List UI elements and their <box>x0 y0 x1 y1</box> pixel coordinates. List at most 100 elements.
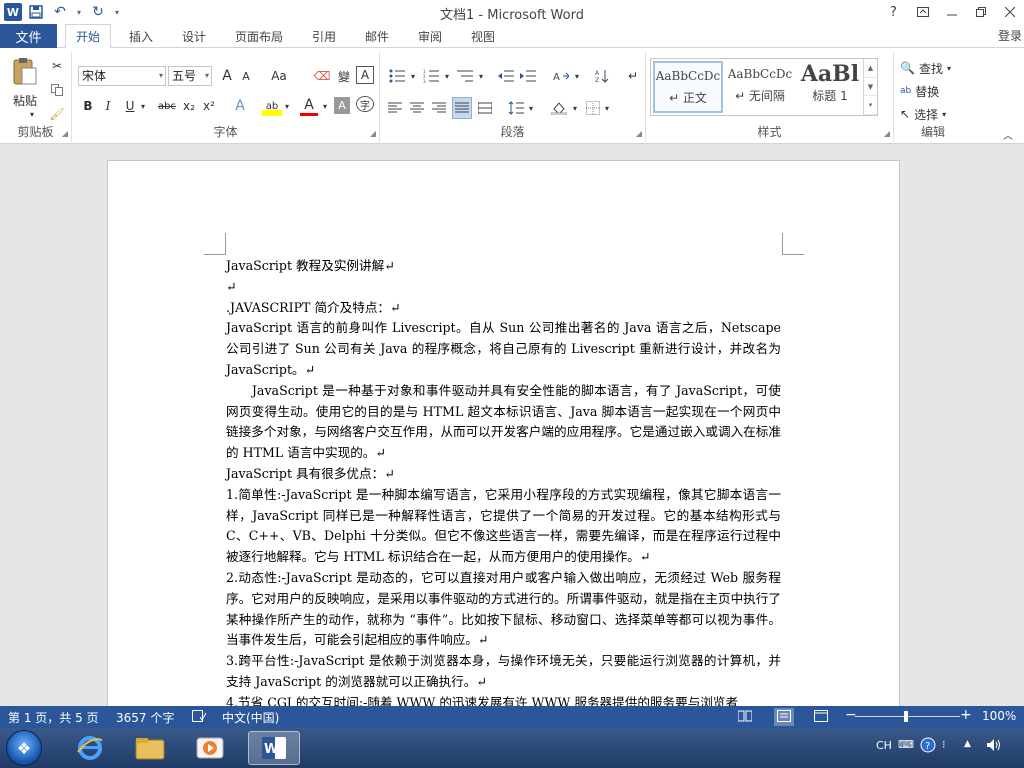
print-layout-icon[interactable] <box>774 708 794 726</box>
font-color-dropdown-icon[interactable]: ▾ <box>320 96 330 116</box>
grow-font-button[interactable]: A <box>218 66 236 86</box>
undo-dropdown-icon[interactable]: ▾ <box>74 2 84 22</box>
show-hide-marks-icon[interactable]: ↵ <box>624 66 642 86</box>
clear-format-icon[interactable]: ⌫ <box>312 66 332 86</box>
style-heading-1[interactable]: AaBl 标题 1 <box>797 61 863 113</box>
word-logo-icon[interactable]: W <box>4 3 22 21</box>
increase-indent-icon[interactable] <box>518 66 538 86</box>
phonetic-guide-button[interactable]: 變 <box>334 66 354 86</box>
paste-clipboard-icon[interactable] <box>8 56 42 86</box>
redo-icon[interactable]: ↻ <box>88 2 108 22</box>
font-size-dropdown[interactable]: 五号 ▾ <box>168 66 212 86</box>
subscript-button[interactable]: x₂ <box>180 96 198 116</box>
minimize-icon[interactable] <box>937 0 966 24</box>
save-icon[interactable] <box>26 2 46 22</box>
web-layout-icon[interactable] <box>814 710 828 725</box>
tab-design[interactable]: 设计 <box>172 24 216 49</box>
undo-icon[interactable]: ↶ <box>50 2 70 22</box>
tab-view[interactable]: 视图 <box>461 24 505 49</box>
highlight-button[interactable]: ab <box>262 96 282 116</box>
clipboard-launcher-icon[interactable]: ◢ <box>62 129 68 138</box>
sign-in-link[interactable]: 登录 <box>998 27 1022 44</box>
align-center-icon[interactable] <box>408 98 426 118</box>
collapse-ribbon-icon[interactable]: ︿ <box>1000 124 1016 144</box>
character-border-button[interactable]: A <box>356 66 374 84</box>
read-mode-icon[interactable] <box>737 710 753 725</box>
word-taskbar-icon[interactable]: W <box>248 731 300 765</box>
tab-mailings[interactable]: 邮件 <box>355 24 399 49</box>
settings-icon[interactable]: ⁝ <box>942 738 946 751</box>
style-no-spacing[interactable]: AaBbCcDc ↵ 无间隔 <box>725 61 795 113</box>
sort-icon[interactable]: AZ <box>592 66 612 86</box>
zoom-level[interactable]: 100% <box>982 709 1016 723</box>
tab-page-layout[interactable]: 页面布局 <box>227 24 291 49</box>
format-painter-icon[interactable]: 🖌 <box>48 104 66 124</box>
enclose-characters-button[interactable]: 字 <box>356 96 374 112</box>
font-color-button[interactable]: A <box>300 96 318 116</box>
borders-dropdown-icon[interactable]: ▾ <box>602 98 612 118</box>
help-icon[interactable]: ? <box>879 0 908 24</box>
internet-explorer-icon[interactable] <box>64 731 116 765</box>
distributed-icon[interactable] <box>476 98 494 118</box>
font-launcher-icon[interactable]: ◢ <box>370 129 376 138</box>
zoom-slider-thumb[interactable] <box>904 711 908 722</box>
chinese-layout-dropdown-icon[interactable]: ▾ <box>572 66 582 86</box>
show-hidden-icons-icon[interactable]: ▲ <box>964 739 971 749</box>
find-button[interactable]: 🔍 查找 ▾ <box>900 58 951 78</box>
font-name-dropdown[interactable]: 宋体 ▾ <box>78 66 166 86</box>
restore-icon[interactable] <box>966 0 995 24</box>
multilevel-dropdown-icon[interactable]: ▾ <box>476 66 486 86</box>
select-button[interactable]: ↖ 选择 ▾ <box>900 104 946 124</box>
paste-dropdown-icon[interactable]: ▾ <box>24 104 40 124</box>
input-language-indicator[interactable]: CH <box>876 739 892 752</box>
cut-icon[interactable]: ✂ <box>48 56 66 76</box>
document-body[interactable]: JavaScript 教程及实例讲解↵ ↵ .JAVASCRIPT 简介及特点：… <box>226 256 781 706</box>
proofing-icon[interactable] <box>192 710 207 725</box>
text-effects-button[interactable]: A <box>230 96 250 116</box>
underline-button[interactable]: U <box>122 96 138 116</box>
change-case-button[interactable]: Aa <box>266 66 292 86</box>
file-explorer-icon[interactable] <box>124 731 176 765</box>
strikethrough-button[interactable]: abc <box>156 96 178 116</box>
ribbon-display-options-icon[interactable] <box>908 0 937 24</box>
volume-icon[interactable] <box>986 737 1002 756</box>
multilevel-list-icon[interactable] <box>454 66 476 86</box>
tab-file[interactable]: 文件 <box>0 24 57 48</box>
document-page[interactable]: JavaScript 教程及实例讲解↵ ↵ .JAVASCRIPT 简介及特点：… <box>107 160 900 706</box>
shading-dropdown-icon[interactable]: ▾ <box>570 98 580 118</box>
numbering-dropdown-icon[interactable]: ▾ <box>442 66 452 86</box>
word-count[interactable]: 3657 个字 <box>116 709 174 726</box>
replace-button[interactable]: ab 替换 <box>900 81 939 101</box>
borders-icon[interactable] <box>584 98 602 118</box>
bullets-dropdown-icon[interactable]: ▾ <box>408 66 418 86</box>
styles-scroll-down-icon[interactable]: ▼ <box>864 78 877 97</box>
chinese-layout-icon[interactable]: A <box>550 66 572 86</box>
italic-button[interactable]: I <box>100 96 116 116</box>
start-button-icon[interactable]: ❖ <box>6 730 42 766</box>
zoom-out-button[interactable]: − <box>845 707 857 723</box>
line-spacing-icon[interactable] <box>506 98 526 118</box>
line-spacing-dropdown-icon[interactable]: ▾ <box>526 98 536 118</box>
underline-dropdown-icon[interactable]: ▾ <box>138 96 148 116</box>
highlight-dropdown-icon[interactable]: ▾ <box>282 96 292 116</box>
zoom-in-button[interactable]: + <box>960 707 972 723</box>
bold-button[interactable]: B <box>80 96 96 116</box>
tab-home[interactable]: 开始 <box>65 24 111 49</box>
align-left-icon[interactable] <box>386 98 404 118</box>
close-icon[interactable] <box>995 0 1024 24</box>
shrink-font-button[interactable]: A <box>238 66 254 86</box>
numbering-icon[interactable]: 123 <box>420 66 442 86</box>
align-right-icon[interactable] <box>430 98 448 118</box>
tab-review[interactable]: 审阅 <box>408 24 452 49</box>
paragraph-shading-icon[interactable] <box>548 98 570 118</box>
decrease-indent-icon[interactable] <box>496 66 516 86</box>
styles-scroll-up-icon[interactable]: ▲ <box>864 59 877 78</box>
style-normal[interactable]: AaBbCcDc ↵ 正文 <box>653 61 723 113</box>
justify-icon[interactable] <box>452 97 472 119</box>
help-circle-icon[interactable]: ? <box>920 737 936 756</box>
keyboard-icon[interactable]: ⌨ <box>898 738 914 751</box>
media-player-icon[interactable] <box>184 731 236 765</box>
superscript-button[interactable]: x² <box>200 96 218 116</box>
paragraph-launcher-icon[interactable]: ◢ <box>636 129 642 138</box>
bullets-icon[interactable] <box>386 66 408 86</box>
